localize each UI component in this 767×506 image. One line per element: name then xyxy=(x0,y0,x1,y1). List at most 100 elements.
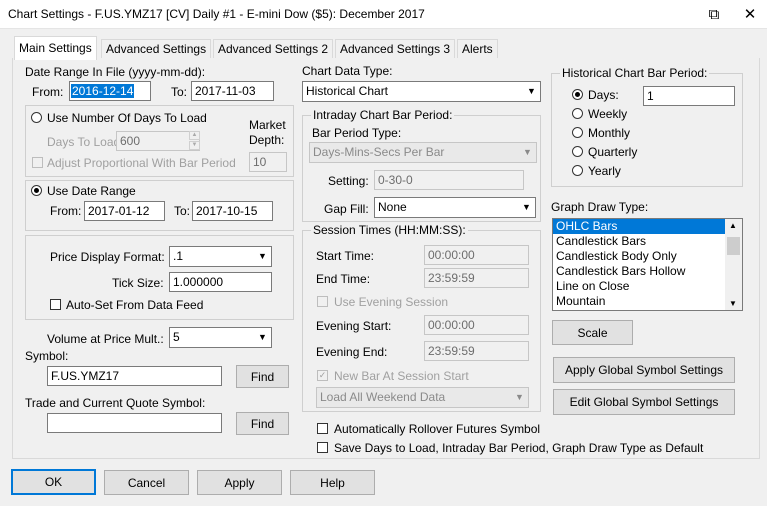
use-evening-checkbox[interactable] xyxy=(317,296,328,307)
list-item[interactable]: Candlestick Bars xyxy=(553,234,742,249)
list-item[interactable]: OHLC Bars xyxy=(553,219,725,234)
period-weekly-radio[interactable] xyxy=(572,108,583,119)
autoset-checkbox[interactable] xyxy=(50,299,61,310)
gap-fill-value: None xyxy=(378,200,407,214)
ok-button[interactable]: OK xyxy=(11,469,96,495)
bar-period-type-label: Bar Period Type: xyxy=(312,126,402,140)
list-item[interactable]: Mountain xyxy=(553,294,742,309)
period-days-field[interactable]: 1 xyxy=(643,86,735,106)
chart-data-type-select[interactable]: Historical Chart ▼ xyxy=(302,81,541,102)
save-default-label: Save Days to Load, Intraday Bar Period, … xyxy=(334,441,704,455)
setting-label: Setting: xyxy=(328,174,369,188)
scroll-up-icon[interactable]: ▲ xyxy=(729,221,737,230)
use-evening-label: Use Evening Session xyxy=(334,295,449,309)
period-days-label: Days: xyxy=(588,88,619,102)
apply-button[interactable]: Apply xyxy=(197,470,282,495)
end-time-label: End Time: xyxy=(316,272,371,286)
bar-period-type-select[interactable]: Days-Mins-Secs Per Bar ▼ xyxy=(309,142,537,163)
scroll-thumb[interactable] xyxy=(727,237,740,255)
evening-start-label: Evening Start: xyxy=(316,319,392,333)
chevron-down-icon: ▼ xyxy=(258,332,267,342)
window-title: Chart Settings - F.US.YMZ17 [CV] Daily #… xyxy=(8,7,425,21)
tick-size-field[interactable]: 1.000000 xyxy=(169,272,272,292)
range-to-label: To: xyxy=(174,204,191,218)
auto-rollover-checkbox[interactable] xyxy=(317,423,328,434)
graph-draw-type-list[interactable]: OHLC Bars Candlestick Bars Candlestick B… xyxy=(552,218,743,311)
weekend-data-value: Load All Weekend Data xyxy=(320,390,446,404)
list-item[interactable]: Line on Close xyxy=(553,279,742,294)
chart-data-type-value: Historical Chart xyxy=(306,84,389,98)
period-days-radio[interactable] xyxy=(572,89,583,100)
title-bar: Chart Settings - F.US.YMZ17 [CV] Daily #… xyxy=(0,0,767,29)
price-format-label: Price Display Format: xyxy=(50,250,165,264)
list-scrollbar[interactable]: ▲ ▼ xyxy=(725,219,742,310)
trade-symbol-field[interactable] xyxy=(47,413,222,433)
price-format-select[interactable]: .1 ▼ xyxy=(169,246,272,267)
days-up-spinner[interactable]: ▲ xyxy=(189,131,200,140)
intraday-title: Intraday Chart Bar Period: xyxy=(311,108,455,122)
symbol-label: Symbol: xyxy=(25,349,69,363)
use-date-range-radio[interactable] xyxy=(31,185,42,196)
price-format-value: .1 xyxy=(173,249,184,263)
autoset-label: Auto-Set From Data Feed xyxy=(66,298,204,312)
period-monthly-label: Monthly xyxy=(588,126,631,140)
days-to-load-label: Days To Load: xyxy=(47,135,124,149)
range-from-field[interactable]: 2017-01-12 xyxy=(84,201,165,221)
historical-period-title: Historical Chart Bar Period: xyxy=(560,66,710,80)
tick-size-label: Tick Size: xyxy=(112,276,164,290)
end-time-field[interactable]: 23:59:59 xyxy=(424,268,529,288)
evening-end-label: Evening End: xyxy=(316,345,388,359)
restore-button[interactable]: ⧉ xyxy=(697,0,731,28)
period-yearly-radio[interactable] xyxy=(572,165,583,176)
list-item[interactable]: Candlestick Body Only xyxy=(553,249,742,264)
auto-rollover-label: Automatically Rollover Futures Symbol xyxy=(334,422,541,436)
symbol-find-button[interactable]: Find xyxy=(236,365,289,388)
use-days-radio[interactable] xyxy=(31,112,42,123)
tab-advanced-settings-2[interactable]: Advanced Settings 2 xyxy=(213,39,334,59)
symbol-field[interactable]: F.US.YMZ17 xyxy=(47,366,222,386)
period-monthly-radio[interactable] xyxy=(572,127,583,138)
weekend-data-select[interactable]: Load All Weekend Data ▼ xyxy=(316,387,529,408)
trade-symbol-find-button[interactable]: Find xyxy=(236,412,289,435)
close-icon: ✕ xyxy=(743,6,757,23)
scale-button[interactable]: Scale xyxy=(552,320,633,345)
evening-start-field[interactable]: 00:00:00 xyxy=(424,315,529,335)
tab-advanced-settings-3[interactable]: Advanced Settings 3 xyxy=(335,39,456,59)
tab-main-settings[interactable]: Main Settings xyxy=(14,36,97,60)
help-button[interactable]: Help xyxy=(290,470,375,495)
scroll-down-icon[interactable]: ▼ xyxy=(729,299,737,308)
range-to-field[interactable]: 2017-10-15 xyxy=(192,201,273,221)
chevron-down-icon: ▼ xyxy=(258,251,267,261)
tab-alerts[interactable]: Alerts xyxy=(457,39,498,59)
file-from-field[interactable]: 2016-12-14 xyxy=(69,81,151,101)
start-time-field[interactable]: 00:00:00 xyxy=(424,245,529,265)
volume-mult-label: Volume at Price Mult.: xyxy=(47,332,164,346)
period-quarterly-radio[interactable] xyxy=(572,146,583,157)
gap-fill-select[interactable]: None ▼ xyxy=(374,197,536,218)
adjust-proportional-checkbox[interactable] xyxy=(32,157,43,168)
volume-mult-select[interactable]: 5 ▼ xyxy=(169,327,272,348)
start-time-label: Start Time: xyxy=(316,249,375,263)
file-to-field[interactable]: 2017-11-03 xyxy=(191,81,274,101)
cancel-button[interactable]: Cancel xyxy=(104,470,189,495)
volume-mult-value: 5 xyxy=(173,330,180,344)
days-down-spinner[interactable]: ▼ xyxy=(189,141,200,150)
edit-global-button[interactable]: Edit Global Symbol Settings xyxy=(553,389,735,415)
days-to-load-field[interactable]: 600 xyxy=(116,131,200,151)
list-item[interactable]: Candlestick Bars Hollow xyxy=(553,264,742,279)
restore-icon: ⧉ xyxy=(708,5,720,23)
setting-field[interactable]: 0-30-0 xyxy=(374,170,524,190)
new-bar-checkbox[interactable]: ✓ xyxy=(317,370,328,381)
chevron-down-icon: ▼ xyxy=(515,392,524,402)
graph-draw-type-label: Graph Draw Type: xyxy=(551,200,649,214)
close-button[interactable]: ✕ xyxy=(733,0,767,28)
market-depth-field[interactable]: 10 xyxy=(249,152,287,172)
adjust-proportional-label: Adjust Proportional With Bar Period xyxy=(47,156,236,170)
use-date-range-label: Use Date Range xyxy=(47,184,136,198)
save-default-checkbox[interactable] xyxy=(317,442,328,453)
evening-end-field[interactable]: 23:59:59 xyxy=(424,341,529,361)
tab-advanced-settings[interactable]: Advanced Settings xyxy=(101,39,212,59)
chart-data-type-label: Chart Data Type: xyxy=(302,64,393,78)
apply-global-button[interactable]: Apply Global Symbol Settings xyxy=(553,357,735,383)
market-depth-label-2: Depth: xyxy=(249,133,285,147)
